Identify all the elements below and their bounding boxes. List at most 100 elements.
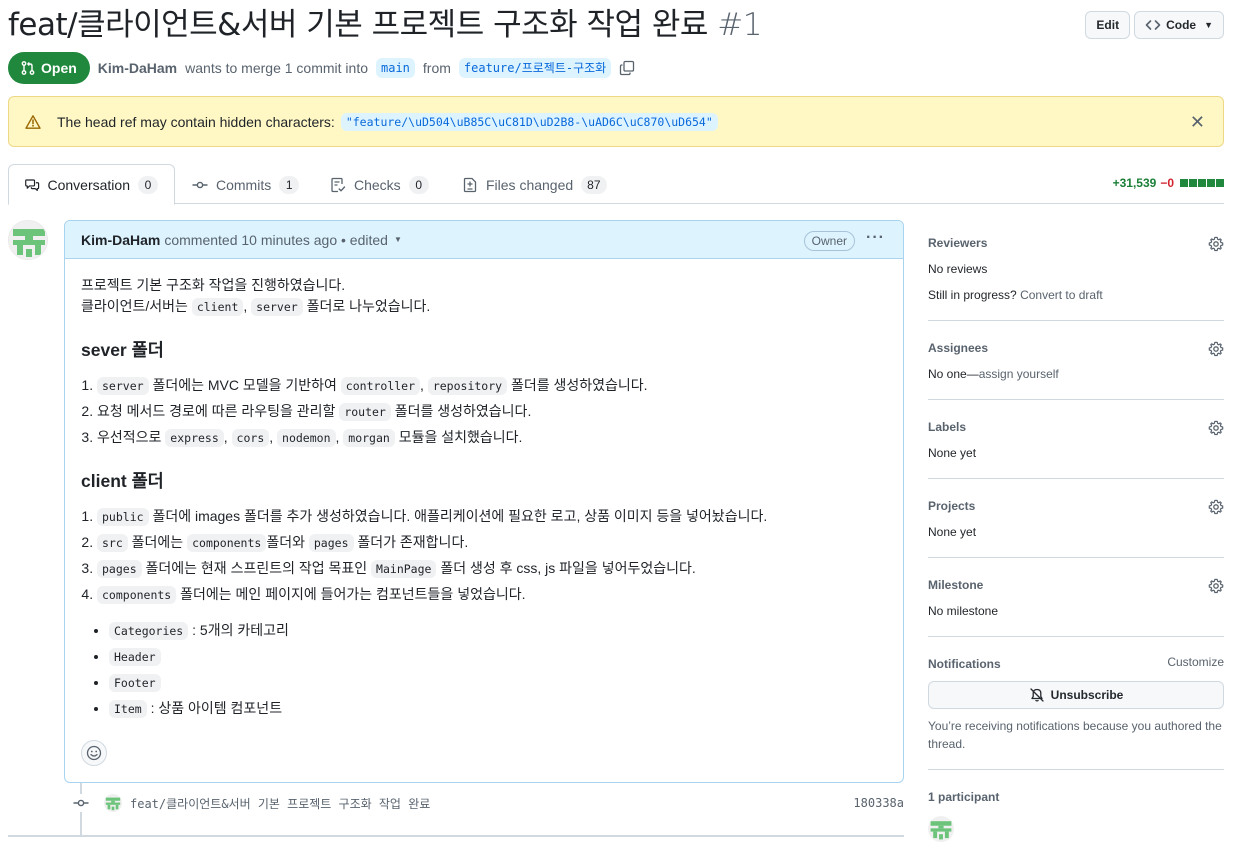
commit-message-link[interactable]: feat/클라이언트&서버 기본 프로젝트 구조화 작업 완료 [130,795,430,812]
still-in-progress-text: Still in progress? [928,288,1017,302]
code-cors: cors [231,429,270,447]
tab-files-count: 87 [581,175,607,194]
tab-conversation-count: 0 [138,175,158,194]
projects-label[interactable]: Projects [928,497,1224,515]
list-item: pages 폴더에는 현재 스프린트의 작업 목표인 MainPage 폴더 생… [97,558,887,580]
list-item: 우선적으로 express, cors, nodemon, morgan 모듈을… [97,427,887,449]
warning-text: The head ref may contain hidden characte… [57,113,335,130]
list-item: components 폴더에는 메인 페이지에 들어가는 컴포넌트들을 넣었습니… [97,584,887,606]
avatar[interactable] [104,794,122,812]
no-one-text: No one— [928,367,979,381]
code-components: components [187,534,267,552]
unsubscribe-label: Unsubscribe [1050,688,1124,702]
code-server: server [97,377,149,395]
code-pages: pages [97,560,142,578]
list-item-text: 폴더에는 현재 스프린트의 작업 목표인 [145,560,368,576]
milestone-label[interactable]: Milestone [928,576,1224,594]
labels-label[interactable]: Labels [928,418,1224,436]
code-item: Item [109,700,147,718]
reviewers-label[interactable]: Reviewers [928,234,1224,252]
file-diff-icon [463,177,477,192]
code-components: components [97,586,177,604]
sidebar-assignees: Assignees No one—assign yourself [928,329,1224,400]
pr-description-comment: Kim-DaHam commented 10 minutes ago • edi… [64,220,904,783]
code-button[interactable]: Code ▼ [1134,11,1224,39]
head-branch[interactable]: feature/프로젝트-구조화 [458,58,612,78]
draft-line: Still in progress? Convert to draft [928,286,1224,304]
notification-reason: You’re receiving notifications because y… [928,719,1222,751]
comment-author[interactable]: Kim-DaHam [81,232,160,248]
list-item-text: 요청 메서드 경로에 따른 라우팅을 관리할 [97,403,336,419]
code-header: Header [109,648,161,666]
merge-text: wants to merge 1 commit into [185,60,368,76]
list-item-sep: , [269,429,274,445]
customize-link[interactable]: Customize [1167,655,1224,669]
list-item-text: 우선적으로 [97,429,162,445]
tab-checks[interactable]: Checks 0 [314,164,445,205]
edit-button[interactable]: Edit [1085,11,1131,39]
list-item-text: 폴더에는 [131,534,184,550]
copy-icon[interactable] [619,60,635,76]
chevron-down-icon: ▼ [1204,20,1213,30]
bell-slash-icon [1030,688,1044,702]
pr-state-row: Open Kim-DaHam wants to merge 1 commit i… [8,52,635,84]
pr-title-text: feat/클라이언트&서버 기본 프로젝트 구조화 작업 완료 [8,7,708,43]
identicon-image [9,221,47,259]
hidden-characters-warning: The head ref may contain hidden characte… [8,96,1224,147]
code-pages: pages [308,534,354,552]
list-item: server 폴더에는 MVC 모델을 기반하여 controller, rep… [97,375,887,397]
tab-commits[interactable]: Commits 1 [176,164,315,205]
list-item-text: : 5개의 카테고리 [192,622,289,638]
assign-yourself-link[interactable]: assign yourself [979,367,1059,381]
code-icon [1145,20,1161,30]
code-morgan: morgan [343,429,395,447]
projects-value: None yet [928,525,977,539]
git-commit-icon [72,794,90,812]
comment-body: 프로젝트 기본 구조화 작업을 진행하였습니다. 클라이언트/서버는 clien… [65,259,903,720]
smiley-icon [86,745,102,761]
sidebar-participants: 1 participant [928,778,1224,849]
code-client: client [191,298,244,316]
pr-sidebar: Reviewers No reviews Still in progress? … [928,224,1224,849]
avatar[interactable] [928,816,954,842]
client-list: public 폴더에 images 폴더를 추가 생성하였습니다. 애플리케이션… [81,506,887,606]
commit-sha-link[interactable]: 180338a [853,796,904,810]
tab-commits-label: Commits [216,176,272,193]
code-express: express [165,429,224,447]
chevron-down-icon[interactable]: ▼ [394,235,402,244]
list-item-text: 폴더와 [266,534,305,550]
code-categories: Categories [109,622,189,640]
gear-icon[interactable] [1208,236,1224,252]
code-router: router [339,403,391,421]
convert-to-draft-link[interactable]: Convert to draft [1020,288,1103,302]
list-item-text: 폴더를 생성하였습니다. [510,377,648,393]
code-repository: repository [427,377,508,395]
owner-badge: Owner [803,231,855,251]
base-branch[interactable]: main [376,58,415,78]
sidebar-notifications: Notifications Customize Unsubscribe You’… [928,645,1224,770]
tab-conversation[interactable]: Conversation 0 [8,164,175,205]
code-controller: controller [340,377,421,395]
pr-title: feat/클라이언트&서버 기본 프로젝트 구조화 작업 완료 #1 [8,4,1224,46]
tab-files-changed[interactable]: Files changed 87 [446,164,623,205]
intro2-text-a: 클라이언트/서버는 [81,298,188,314]
diffstat-deletions: −0 [1160,176,1174,190]
kebab-icon[interactable]: ··· [866,229,885,247]
list-item-sep: , [223,429,228,445]
add-reaction-button[interactable] [81,740,107,766]
gear-icon[interactable] [1208,578,1224,594]
list-item-text: 폴더에 images 폴더를 추가 생성하였습니다. 애플리케이션에 필요한 로… [152,508,768,524]
gear-icon[interactable] [1208,499,1224,515]
code-mainpage: MainPage [371,560,437,578]
avatar[interactable] [8,220,48,260]
assignees-label[interactable]: Assignees [928,339,1224,357]
gear-icon[interactable] [1208,420,1224,436]
list-item: public 폴더에 images 폴더를 추가 생성하였습니다. 애플리케이션… [97,506,887,528]
gear-icon[interactable] [1208,341,1224,357]
pr-author-link[interactable]: Kim-DaHam [98,60,177,76]
heading-server: sever 폴더 [81,340,164,360]
unsubscribe-button[interactable]: Unsubscribe [928,681,1224,709]
code-src: src [97,534,128,552]
close-icon[interactable]: ✕ [1190,112,1205,133]
comment-meta[interactable]: commented 10 minutes ago • edited [164,232,388,248]
